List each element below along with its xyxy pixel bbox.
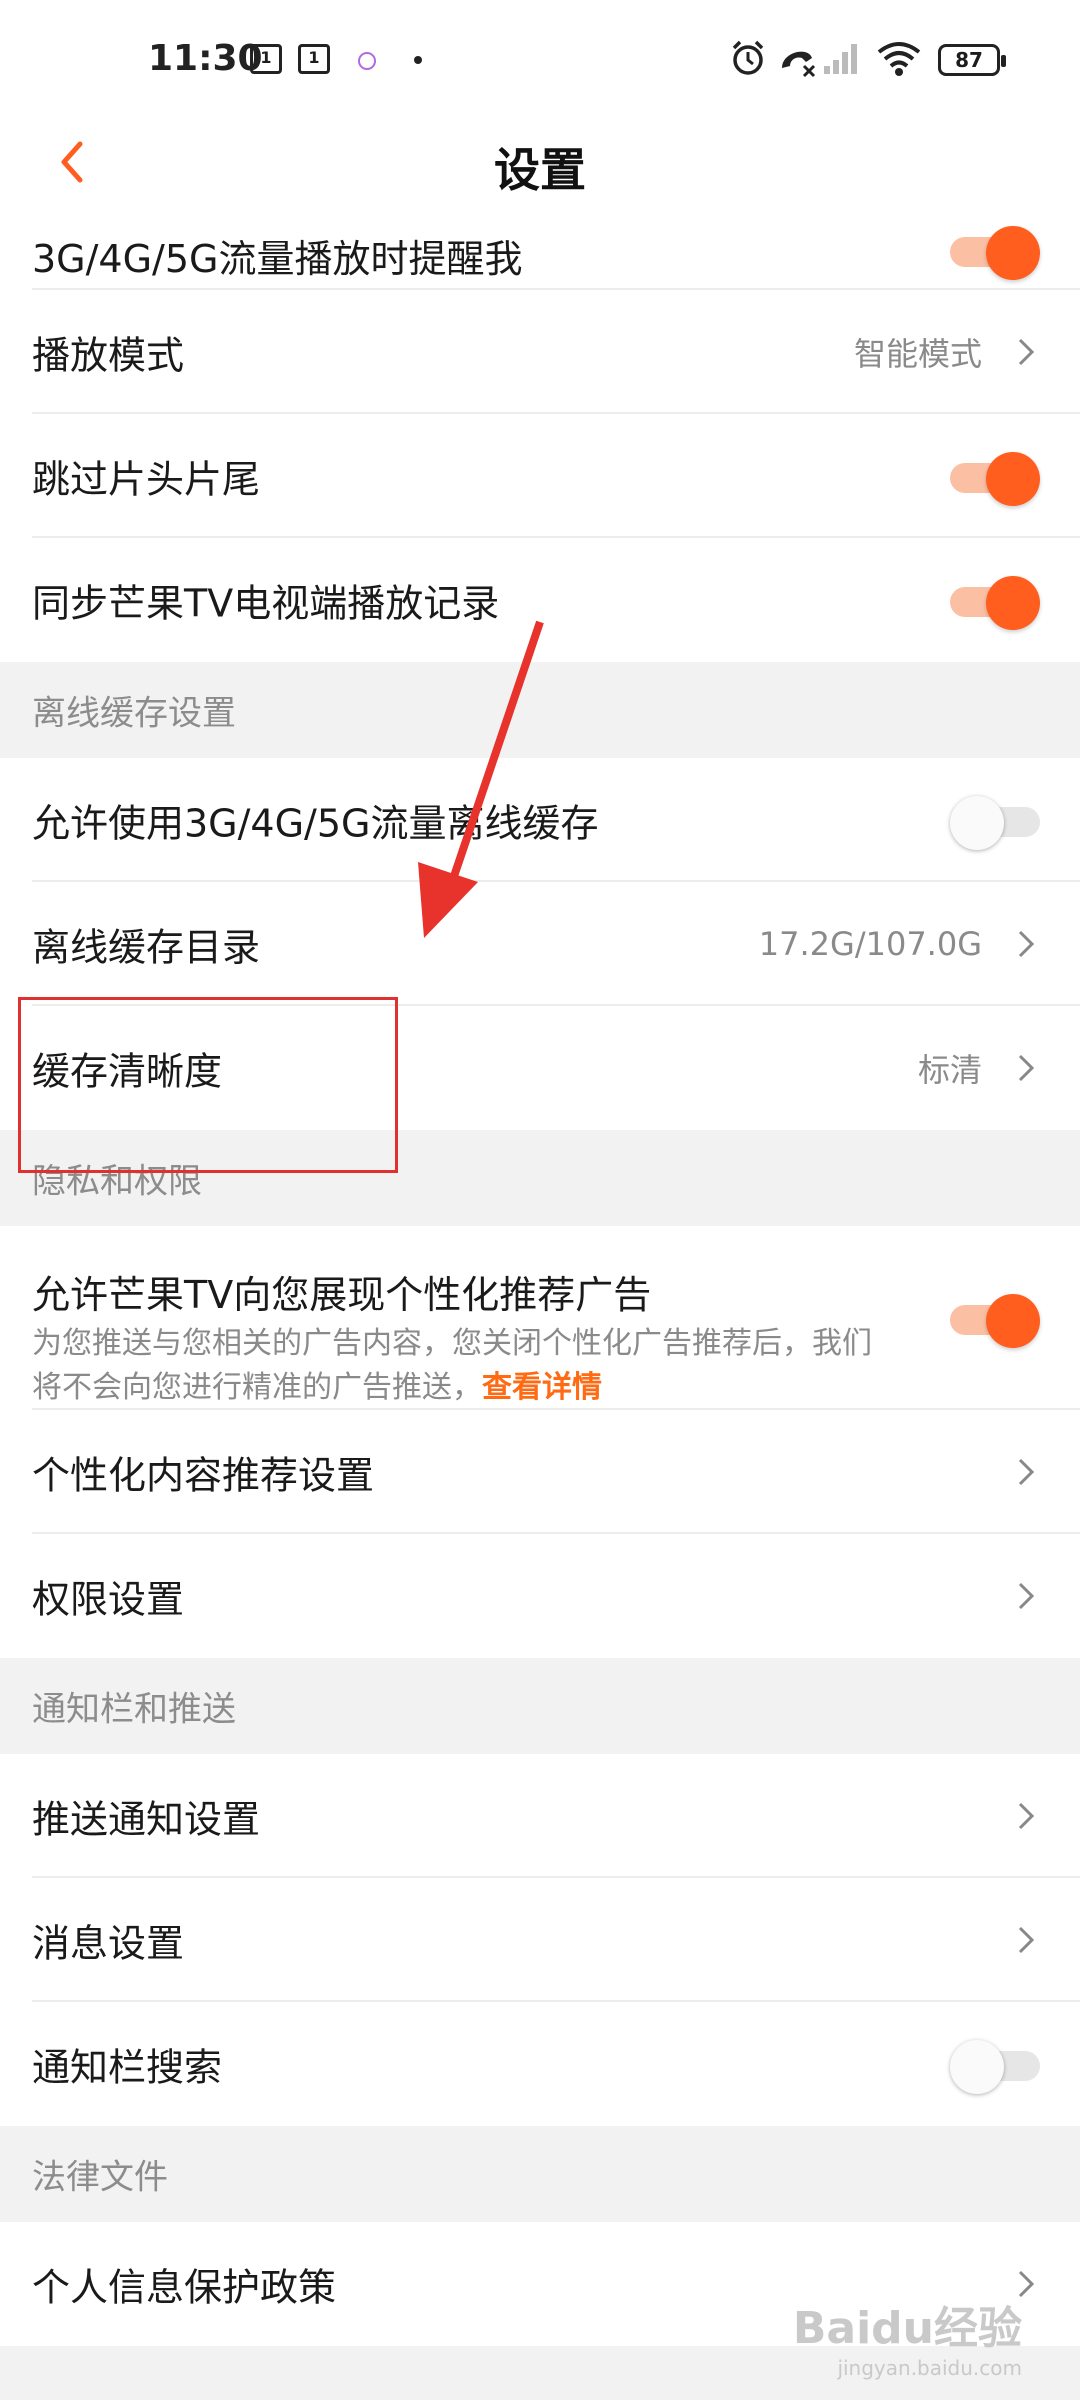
row-label: 离线缓存目录	[32, 925, 261, 970]
data-play-remind-toggle[interactable]	[950, 226, 1040, 280]
row-label: 3G/4G/5G流量播放时提醒我	[32, 237, 523, 281]
calendar-icon: 1	[298, 44, 330, 74]
row-play-mode[interactable]: 播放模式 智能模式	[0, 290, 1080, 414]
app-dot-icon	[358, 52, 376, 70]
chevron-right-icon	[1018, 1582, 1035, 1610]
row-label: 个性化内容推荐设置	[32, 1453, 375, 1498]
row-label: 允许芒果TV向您展现个性化推荐广告	[32, 1273, 652, 1317]
row-push-settings[interactable]: 推送通知设置	[0, 1754, 1080, 1878]
row-allow-data-cache[interactable]: 允许使用3G/4G/5G流量离线缓存	[0, 758, 1080, 882]
settings-list: 3G/4G/5G流量播放时提醒我 播放模式 智能模式 跳过片头片尾 同步芒果TV…	[0, 208, 1080, 2346]
row-label: 播放模式	[32, 333, 185, 378]
section-title: 法律文件	[32, 2157, 168, 2198]
notif-search-toggle[interactable]	[950, 2040, 1040, 2094]
play-mode-value: 智能模式	[853, 335, 982, 373]
wifi-icon	[877, 42, 921, 76]
chevron-right-icon	[1018, 930, 1035, 958]
chevron-right-icon	[1018, 1802, 1035, 1830]
chevron-right-icon	[1018, 338, 1035, 366]
watermark-main: Baidu经验	[792, 2303, 1022, 2354]
row-permissions[interactable]: 权限设置	[0, 1534, 1080, 1658]
row-label: 跳过片头片尾	[32, 457, 261, 502]
watermark: Baidu经验 jingyan.baidu.com	[793, 2292, 1022, 2380]
alarm-icon	[732, 40, 764, 75]
description-text: 为您推送与您相关的广告内容，您关闭个性化广告推荐后，我们将不会向您进行精准的广告…	[32, 1326, 872, 1405]
more-notifications-icon	[414, 56, 422, 64]
row-skip-intro[interactable]: 跳过片头片尾	[0, 414, 1080, 538]
personal-ads-toggle[interactable]	[950, 1294, 1040, 1348]
app-header: 设置	[0, 120, 1080, 209]
cache-quality-value: 标清	[917, 1051, 982, 1089]
status-time: 11:30	[148, 38, 263, 79]
sync-tv-toggle[interactable]	[950, 576, 1040, 630]
row-label: 允许使用3G/4G/5G流量离线缓存	[32, 801, 599, 846]
section-title: 离线缓存设置	[32, 693, 236, 734]
row-notif-search[interactable]: 通知栏搜索	[0, 2002, 1080, 2126]
row-label: 个人信息保护政策	[32, 2265, 337, 2310]
status-bar: 11:30 1 1 87	[0, 0, 1080, 120]
cache-dir-value: 17.2G/107.0G	[758, 925, 982, 963]
section-title: 通知栏和推送	[32, 1689, 236, 1730]
page-title: 设置	[494, 143, 586, 197]
row-data-play-remind[interactable]: 3G/4G/5G流量播放时提醒我	[0, 208, 1080, 290]
allow-data-cache-toggle[interactable]	[950, 796, 1040, 850]
row-cache-dir[interactable]: 离线缓存目录 17.2G/107.0G	[0, 882, 1080, 1006]
row-message-settings[interactable]: 消息设置	[0, 1878, 1080, 2002]
row-content-recommend[interactable]: 个性化内容推荐设置	[0, 1410, 1080, 1534]
row-label: 通知栏搜索	[32, 2045, 223, 2090]
highlight-box	[18, 997, 398, 1173]
section-notifications: 通知栏和推送	[0, 1658, 1080, 1754]
row-label: 权限设置	[32, 1577, 185, 1622]
watermark-sub: jingyan.baidu.com	[837, 2356, 1022, 2380]
row-label: 同步芒果TV电视端播放记录	[32, 581, 500, 626]
view-details-link[interactable]: 查看详情	[482, 1370, 602, 1405]
chevron-right-icon	[1018, 1054, 1035, 1082]
skip-intro-toggle[interactable]	[950, 452, 1040, 506]
battery-icon: 87	[938, 44, 1006, 76]
row-label: 推送通知设置	[32, 1797, 261, 1842]
row-personal-ads[interactable]: 允许芒果TV向您展现个性化推荐广告 为您推送与您相关的广告内容，您关闭个性化广告…	[0, 1226, 1080, 1410]
chevron-right-icon	[1018, 1458, 1035, 1486]
missed-call-icon	[782, 51, 816, 78]
calendar-icon: 1	[250, 44, 282, 74]
chevron-right-icon	[1018, 1926, 1035, 1954]
personal-ads-description: 为您推送与您相关的广告内容，您关闭个性化广告推荐后，我们将不会向您进行精准的广告…	[32, 1322, 892, 1410]
row-sync-tv[interactable]: 同步芒果TV电视端播放记录	[0, 538, 1080, 662]
row-label: 消息设置	[32, 1921, 185, 1966]
section-offline-cache: 离线缓存设置	[0, 662, 1080, 758]
signal-icon	[824, 44, 857, 74]
section-legal: 法律文件	[0, 2126, 1080, 2222]
